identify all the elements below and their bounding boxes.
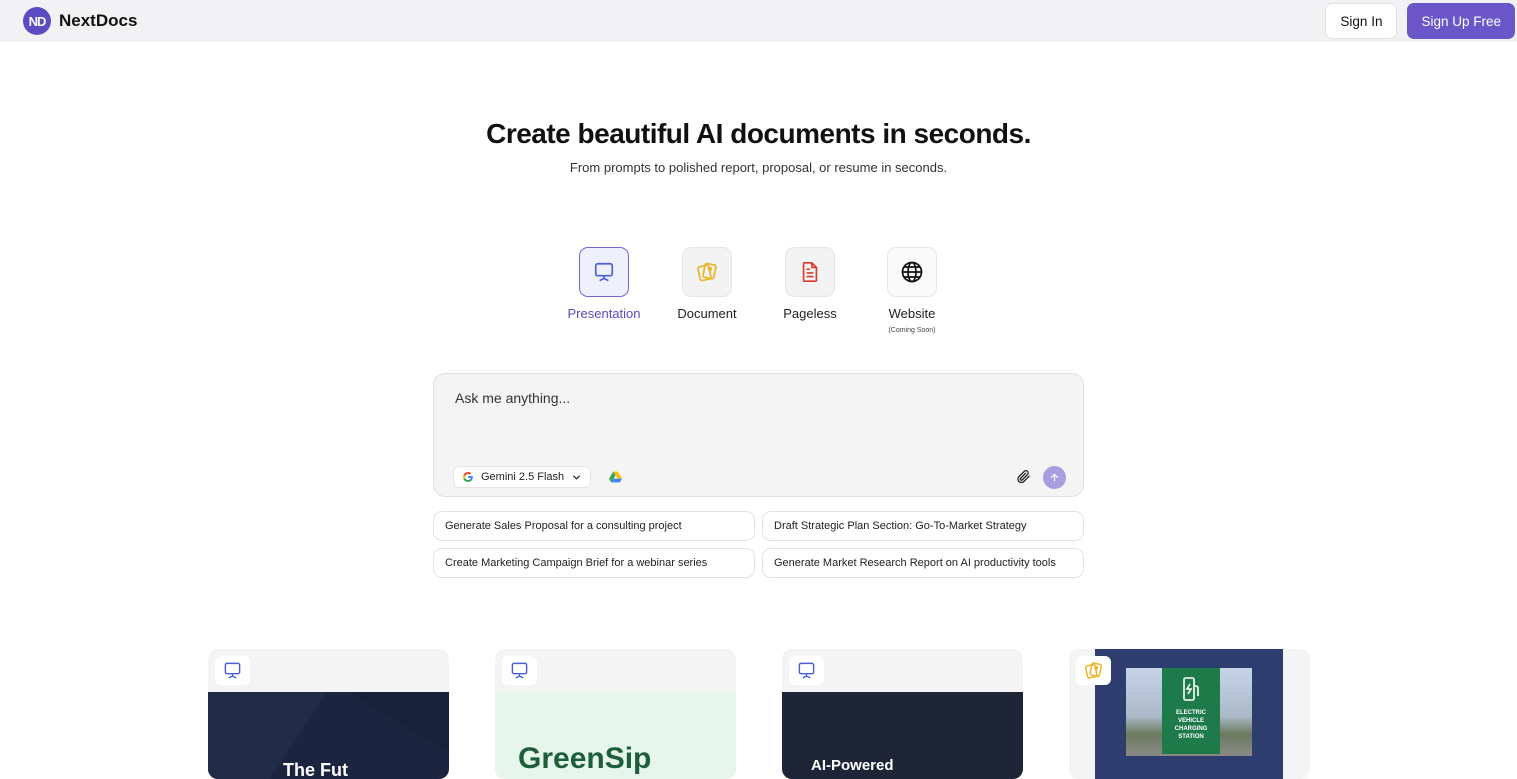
suggestion-chip[interactable]: Generate Sales Proposal for a consulting…: [433, 511, 755, 541]
page-title: Create beautiful AI documents in seconds…: [486, 118, 1031, 149]
mode-label: Document: [677, 306, 737, 321]
mode-label: Pageless: [783, 306, 837, 321]
coming-soon-note: (Coming Soon): [888, 327, 936, 334]
prompt-input[interactable]: [455, 390, 1055, 406]
card-type-badge: [789, 656, 824, 685]
mode-tile: [682, 247, 732, 297]
presentation-icon: [798, 662, 815, 679]
brand[interactable]: ND NextDocs: [23, 7, 137, 35]
globe-icon: [901, 261, 923, 283]
card-thumbnail: AI-Powered: [782, 692, 1023, 779]
card-thumbnail: ELECTRIC VEHICLE CHARGING STATION: [1095, 649, 1283, 779]
mode-pageless[interactable]: Pageless: [760, 247, 860, 321]
model-selector[interactable]: Gemini 2.5 Flash: [453, 466, 592, 488]
charging-plug-icon: [1183, 677, 1199, 701]
card-type-badge: [1076, 656, 1111, 685]
card-title: AI-Powered: [811, 757, 894, 774]
mode-label: Website: [888, 306, 936, 321]
template-gallery: The Fut GreenSip AI-Powered ELECTRIC VEH…: [208, 649, 1310, 779]
suggestion-chip[interactable]: Generate Market Research Report on AI pr…: [762, 548, 1084, 578]
mode-selector: Presentation Document Pageless Website (…: [556, 247, 966, 342]
card-title: GreenSip: [518, 742, 652, 775]
brand-name: NextDocs: [59, 11, 138, 30]
chevron-down-icon: [573, 475, 581, 479]
arrow-up-icon: [1050, 473, 1059, 482]
presentation-icon: [511, 662, 528, 679]
mode-tile: [785, 247, 835, 297]
template-card[interactable]: GreenSip: [495, 649, 736, 779]
card-thumbnail: The Fut: [208, 692, 449, 779]
document-cards-icon: [697, 262, 717, 282]
template-card[interactable]: The Fut: [208, 649, 449, 779]
attach-icon[interactable]: [1016, 469, 1031, 484]
mode-tile: [887, 247, 937, 297]
presentation-icon: [594, 262, 614, 282]
prompt-box: Gemini 2.5 Flash: [433, 373, 1084, 497]
ev-sign-text: ELECTRIC VEHICLE CHARGING STATION: [1174, 710, 1208, 740]
card-thumbnail: GreenSip: [495, 692, 736, 779]
sign-in-button[interactable]: Sign In: [1325, 3, 1398, 39]
mode-tile: [579, 247, 629, 297]
document-cards-icon: [1084, 662, 1103, 679]
card-title: The Fut: [283, 760, 348, 779]
card-type-badge: [215, 656, 250, 685]
ev-station-photo: ELECTRIC VEHICLE CHARGING STATION: [1126, 668, 1252, 756]
suggestion-chip[interactable]: Create Marketing Campaign Brief for a we…: [433, 548, 755, 578]
mode-label: Presentation: [567, 306, 641, 321]
sign-up-button[interactable]: Sign Up Free: [1407, 3, 1515, 39]
pageless-file-icon: [802, 262, 818, 282]
card-type-badge: [502, 656, 537, 685]
template-card[interactable]: ELECTRIC VEHICLE CHARGING STATION: [1069, 649, 1310, 779]
page-subtitle: From prompts to polished report, proposa…: [569, 160, 948, 175]
suggestion-chip[interactable]: Draft Strategic Plan Section: Go-To-Mark…: [762, 511, 1084, 541]
ev-sign: ELECTRIC VEHICLE CHARGING STATION: [1162, 668, 1220, 754]
mode-website[interactable]: Website (Coming Soon): [862, 247, 962, 334]
send-button[interactable]: [1043, 466, 1066, 489]
google-drive-icon[interactable]: [609, 471, 622, 483]
presentation-icon: [224, 662, 241, 679]
mode-presentation[interactable]: Presentation: [554, 247, 654, 321]
mode-document[interactable]: Document: [657, 247, 757, 321]
auth-buttons: Sign In Sign Up Free: [1325, 3, 1515, 39]
logo: ND: [23, 7, 51, 35]
model-name: Gemini 2.5 Flash: [481, 471, 565, 483]
template-card[interactable]: AI-Powered: [782, 649, 1023, 779]
google-icon: [462, 472, 473, 482]
top-navigation-bar: ND NextDocs Sign In Sign Up Free: [0, 0, 1517, 42]
